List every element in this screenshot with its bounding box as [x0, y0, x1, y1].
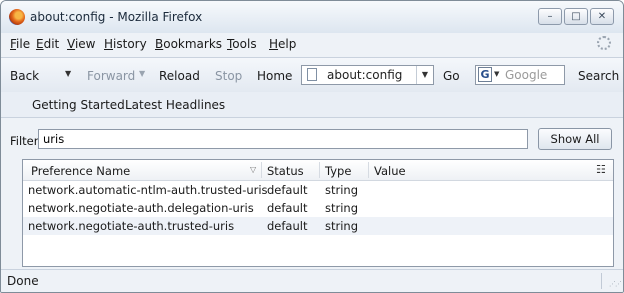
stop-button[interactable]: Stop	[215, 69, 242, 83]
url-text[interactable]: about:config	[327, 68, 402, 82]
table-row[interactable]: network.negotiate-auth.trusted-uris defa…	[23, 217, 613, 235]
cell-preference-name: network.negotiate-auth.trusted-uris	[28, 219, 235, 233]
google-icon[interactable]: G	[478, 67, 492, 82]
cell-type: string	[325, 201, 359, 215]
config-content: Filter: Show All Preference Name ▽ Statu…	[1, 118, 623, 269]
bookmark-getting-started[interactable]: Getting Started	[32, 98, 125, 112]
show-all-button[interactable]: Show All	[538, 128, 612, 150]
search-button[interactable]: Search	[578, 69, 619, 83]
menu-file[interactable]: File	[10, 37, 30, 51]
status-bar: Done ⋰⋰	[1, 269, 623, 292]
filter-input[interactable]	[38, 129, 528, 149]
menu-bookmarks[interactable]: Bookmarks	[155, 37, 222, 51]
menu-tools[interactable]: Tools	[227, 37, 257, 51]
resize-grip-icon[interactable]: ⋰⋰	[609, 280, 622, 288]
menu-help[interactable]: Help	[269, 37, 296, 51]
cell-preference-name: network.negotiate-auth.delegation-uris	[28, 201, 254, 215]
cell-preference-name: network.automatic-ntlm-auth.trusted-uris	[28, 183, 268, 197]
status-text: Done	[7, 274, 39, 288]
column-divider[interactable]	[368, 162, 369, 178]
cell-type: string	[325, 183, 359, 197]
search-engine-dropdown-icon[interactable]: ▼	[494, 70, 499, 78]
back-dropdown-icon[interactable]: ▼	[65, 69, 71, 78]
reload-button[interactable]: Reload	[159, 69, 200, 83]
table-row[interactable]: network.negotiate-auth.delegation-uris d…	[23, 199, 613, 217]
menu-view[interactable]: View	[67, 37, 95, 51]
column-divider[interactable]	[261, 162, 262, 178]
navigation-toolbar: Back ▼ Forward ▼ Reload Stop Home about:…	[1, 57, 623, 93]
column-status[interactable]: Status	[267, 164, 304, 178]
forward-dropdown-icon[interactable]: ▼	[139, 69, 145, 78]
url-history-dropdown-icon[interactable]: ▼	[416, 66, 433, 84]
cell-type: string	[325, 219, 359, 233]
page-icon	[307, 68, 317, 81]
menu-bar: File Edit View History Bookmarks Tools H…	[1, 33, 623, 55]
column-value[interactable]: Value	[374, 164, 406, 178]
home-button[interactable]: Home	[257, 69, 292, 83]
browser-window: about:config - Mozilla Firefox – □ ✕ Fil…	[0, 0, 624, 293]
column-picker-icon[interactable]: ☷	[596, 163, 606, 176]
minimize-button[interactable]: –	[538, 8, 562, 25]
bookmarks-toolbar: Getting Started Latest Headlines	[1, 92, 623, 118]
firefox-logo-icon	[9, 9, 25, 25]
close-button[interactable]: ✕	[590, 8, 614, 25]
title-bar: about:config - Mozilla Firefox – □ ✕	[1, 1, 623, 33]
search-placeholder[interactable]: Google	[505, 68, 547, 82]
bookmark-latest-headlines[interactable]: Latest Headlines	[125, 98, 225, 112]
forward-button[interactable]: Forward	[87, 69, 135, 83]
column-preference-name[interactable]: Preference Name	[31, 164, 130, 178]
throbber-icon	[597, 36, 611, 50]
column-type[interactable]: Type	[325, 164, 351, 178]
cell-status: default	[267, 219, 308, 233]
menu-edit[interactable]: Edit	[36, 37, 59, 51]
table-header: Preference Name ▽ Status Type Value ☷	[23, 160, 613, 181]
url-bar[interactable]: about:config ▼	[301, 65, 434, 85]
status-divider	[601, 273, 602, 289]
menu-history[interactable]: History	[104, 37, 147, 51]
maximize-button[interactable]: □	[564, 8, 588, 25]
sort-indicator-icon: ▽	[250, 165, 257, 174]
search-box[interactable]: G ▼ Google	[475, 65, 565, 85]
back-button[interactable]: Back	[10, 69, 39, 83]
preferences-table: Preference Name ▽ Status Type Value ☷ ne…	[22, 159, 614, 267]
cell-status: default	[267, 201, 308, 215]
go-button[interactable]: Go	[443, 69, 460, 83]
cell-status: default	[267, 183, 308, 197]
column-divider[interactable]	[319, 162, 320, 178]
table-row[interactable]: network.automatic-ntlm-auth.trusted-uris…	[23, 181, 613, 199]
window-title: about:config - Mozilla Firefox	[30, 10, 203, 24]
